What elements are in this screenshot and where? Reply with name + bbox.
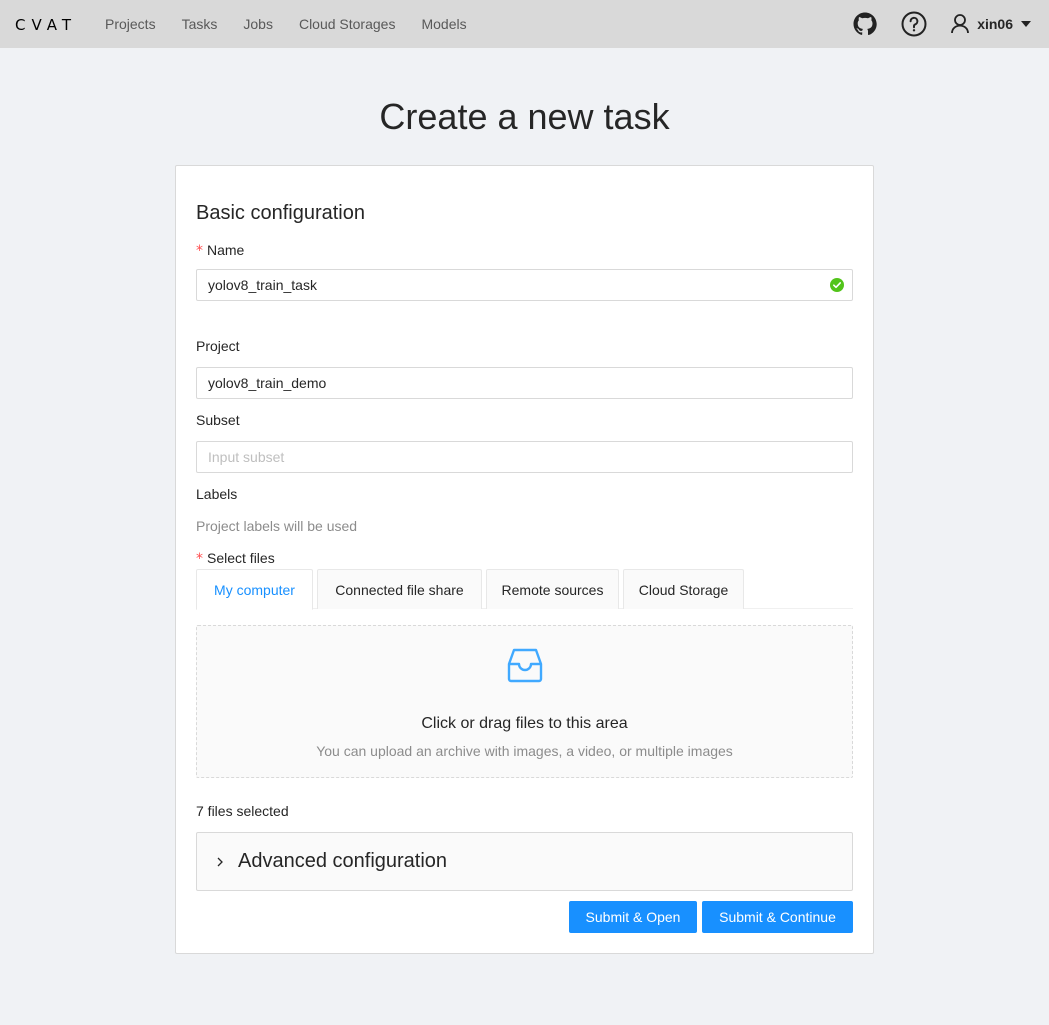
page-title: Create a new task bbox=[379, 96, 670, 137]
project-value: yolov8_train_demo bbox=[208, 375, 327, 391]
tab-cloud-storage[interactable]: Cloud Storage bbox=[623, 569, 744, 609]
user-menu[interactable]: xin06 bbox=[951, 14, 1031, 34]
nav-projects[interactable]: Projects bbox=[105, 16, 156, 32]
github-icon[interactable] bbox=[853, 12, 877, 36]
top-navbar: CVAT Projects Tasks Jobs Cloud Storages … bbox=[0, 0, 1049, 48]
advanced-configuration-panel[interactable]: Advanced configuration bbox=[196, 832, 853, 891]
logo-text: CVAT bbox=[15, 17, 77, 31]
inbox-icon bbox=[507, 648, 543, 683]
caret-down-icon bbox=[1021, 21, 1031, 27]
subset-placeholder: Input subset bbox=[208, 449, 285, 465]
dropzone-hint: You can upload an archive with images, a… bbox=[316, 743, 733, 759]
tab-connected-file-share[interactable]: Connected file share bbox=[317, 569, 482, 609]
subset-label: Subset bbox=[196, 412, 240, 428]
username: xin06 bbox=[977, 16, 1013, 32]
dropzone-text: Click or drag files to this area bbox=[421, 715, 628, 732]
nav-cloud-storages[interactable]: Cloud Storages bbox=[299, 16, 396, 32]
tab-my-computer[interactable]: My computer bbox=[196, 569, 313, 610]
section-title: Basic configuration bbox=[196, 202, 365, 224]
check-circle-icon bbox=[830, 278, 844, 292]
labels-label: Labels bbox=[196, 486, 238, 502]
name-label: * Name bbox=[196, 242, 245, 259]
nav-models[interactable]: Models bbox=[421, 16, 466, 32]
create-task-form: Basic configuration * Name yolov8_train_t… bbox=[175, 165, 874, 954]
nav-jobs[interactable]: Jobs bbox=[243, 16, 273, 32]
tab-remote-sources[interactable]: Remote sources bbox=[486, 569, 619, 609]
help-icon[interactable] bbox=[901, 11, 927, 37]
files-selected-status: 7 files selected bbox=[196, 803, 289, 819]
cvat-logo[interactable]: CVAT bbox=[15, 17, 81, 31]
name-input-value: yolov8_train_task bbox=[208, 277, 317, 293]
file-source-tabs: My computer Connected file share Remote … bbox=[196, 569, 853, 610]
submit-continue-button[interactable]: Submit & Continue bbox=[702, 901, 853, 933]
chevron-right-icon bbox=[217, 857, 223, 866]
project-label: Project bbox=[196, 338, 240, 354]
main-nav: Projects Tasks Jobs Cloud Storages Model… bbox=[105, 16, 493, 32]
submit-open-button[interactable]: Submit & Open bbox=[569, 901, 697, 933]
project-select[interactable]: yolov8_train_demo bbox=[196, 367, 853, 399]
select-files-label: * Select files bbox=[196, 550, 275, 567]
user-icon bbox=[951, 14, 970, 34]
nav-tasks[interactable]: Tasks bbox=[182, 16, 218, 32]
select-files-label-text: Select files bbox=[207, 550, 275, 566]
subset-input[interactable]: Input subset bbox=[196, 441, 853, 473]
labels-hint: Project labels will be used bbox=[196, 518, 358, 534]
advanced-configuration-label: Advanced configuration bbox=[238, 850, 448, 872]
file-dropzone[interactable]: Click or drag files to this area You can… bbox=[196, 625, 853, 778]
name-label-text: Name bbox=[207, 242, 245, 258]
name-input[interactable]: yolov8_train_task bbox=[196, 269, 853, 301]
